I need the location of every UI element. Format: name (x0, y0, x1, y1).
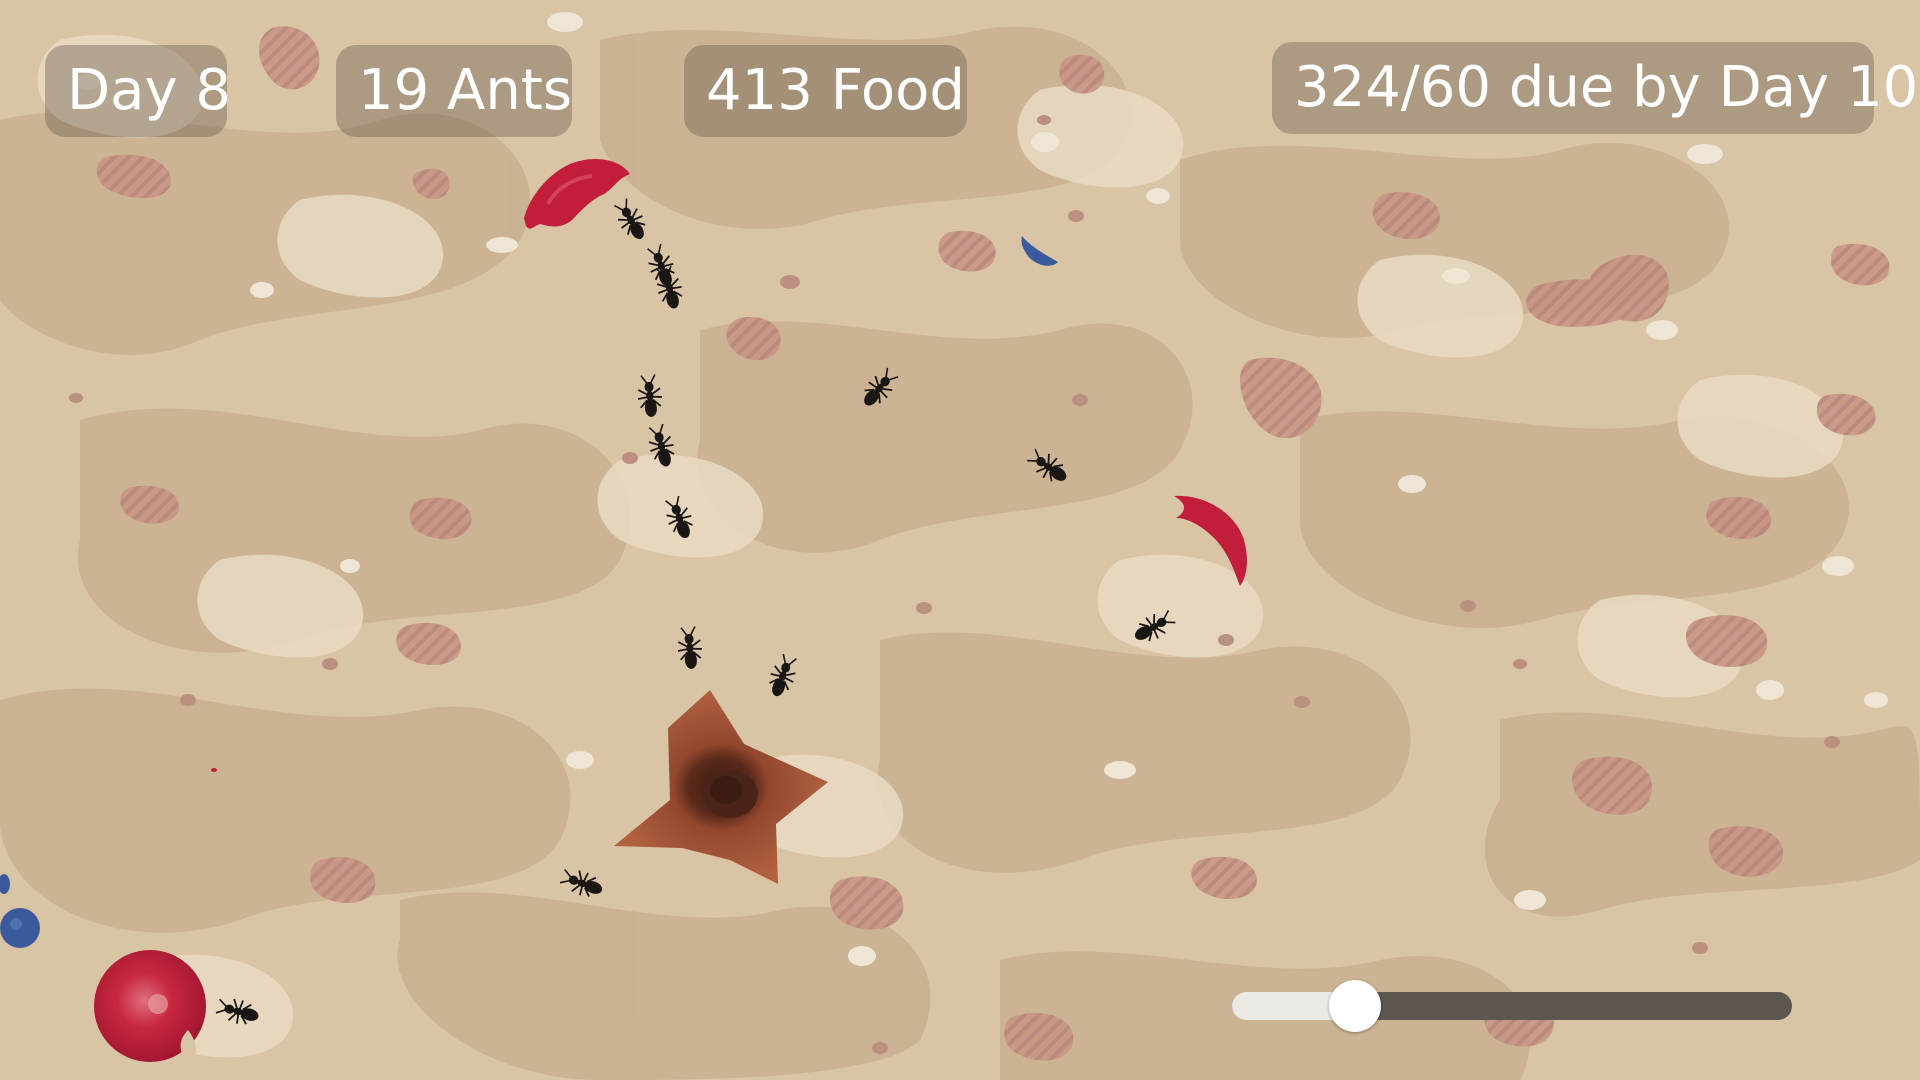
food-counter: 413 Food (684, 45, 967, 137)
ant-counter: 19 Ants (336, 45, 572, 137)
game-world[interactable] (0, 0, 1920, 1080)
day-counter: Day 8 (45, 45, 231, 137)
game-viewport[interactable]: Day 8 19 Ants 413 Food 324/60 due by Day… (0, 0, 1920, 1080)
game-speed-slider[interactable] (1232, 980, 1792, 1032)
slider-thumb[interactable] (1329, 980, 1381, 1032)
food-quota-status: 324/60 due by Day 10 (1272, 42, 1918, 134)
